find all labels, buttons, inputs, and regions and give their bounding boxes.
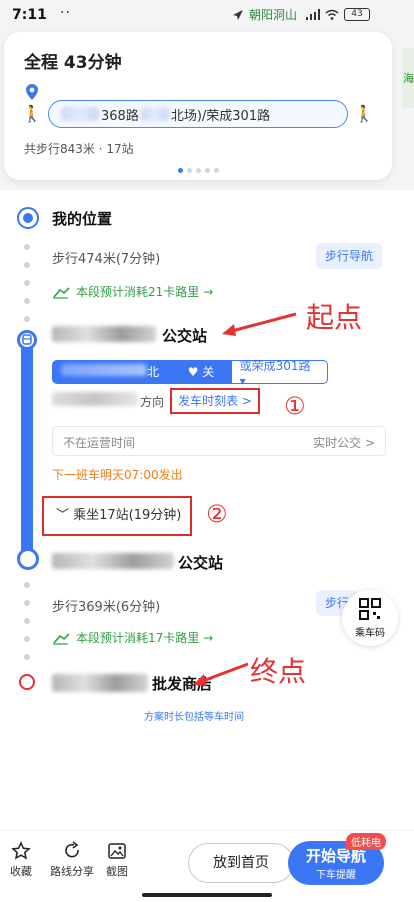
direction-label: 方向 — [140, 395, 165, 409]
end-annotation: 终点 — [250, 655, 307, 688]
signal-icon — [306, 9, 320, 20]
walk-segment-2: 步行369米(6分钟) — [52, 600, 161, 615]
screenshot-button[interactable]: 截图 — [106, 841, 128, 879]
path-dot — [24, 600, 30, 606]
status-bar: 7:11 ·· 朝阳洞山 43 — [0, 0, 414, 32]
pager-dot — [196, 168, 201, 173]
footnote: 方案时长包括等车时间 — [144, 712, 244, 723]
path-dot — [24, 262, 30, 268]
redacted-destination — [52, 674, 148, 692]
ride-stops-toggle[interactable]: ﹀ 乘坐17站(19分钟) — [42, 496, 192, 536]
calorie-link-1[interactable]: 本段预计消耗21卡路里 → — [76, 283, 213, 300]
share-label: 路线分享 — [50, 865, 94, 878]
walk-icon-start: 🚶 — [22, 104, 42, 123]
alight-reminder-label: 下车提醒 — [316, 870, 356, 881]
next-bus-text: 下一班车明天07:00发出 — [52, 468, 183, 482]
walk-icon-end: 🚶 — [354, 104, 374, 123]
alight-marker — [17, 548, 39, 570]
route-meta: 共步行843米 · 17站 — [24, 142, 134, 156]
favorite-label: 收藏 — [10, 865, 32, 878]
ride-code-label: 乘车码 — [355, 628, 385, 639]
end-arrow-icon — [193, 662, 249, 686]
status-time: 7:11 — [12, 7, 47, 23]
redacted-station-name — [52, 553, 174, 569]
pager-dot — [214, 168, 219, 173]
bus-icon — [17, 330, 37, 350]
path-dot — [24, 298, 30, 304]
redacted-text — [61, 107, 99, 121]
path-dot — [24, 244, 30, 250]
bus-line-chip[interactable]: 北场) ♥ 关注 或荣成301路 ▾ — [52, 359, 328, 401]
image-icon — [108, 843, 126, 859]
origin-marker — [17, 207, 39, 229]
realtime-bus-link[interactable]: 实时公交 > — [313, 434, 375, 451]
calorie-icon — [52, 630, 70, 649]
route-line-label: 368路 — [101, 108, 139, 124]
route-total-time: 全程 43分钟 — [24, 53, 122, 73]
star-icon — [11, 841, 31, 860]
redacted-text — [140, 107, 169, 121]
bottom-toolbar: 收藏 路线分享 截图 放到首页 开始导航 下车提醒 低耗电 — [0, 830, 414, 902]
redacted-station-name — [52, 326, 156, 342]
wifi-icon — [325, 9, 339, 20]
status-place: 朝阳洞山 — [248, 8, 297, 22]
low-power-badge: 低耗电 — [346, 833, 386, 850]
path-dot — [24, 618, 30, 624]
destination-marker — [19, 674, 35, 690]
origin-label: 我的位置 — [52, 210, 113, 228]
start-arrow-icon — [222, 312, 297, 336]
calorie-icon — [52, 284, 70, 303]
board-station-suffix: 公交站 — [162, 327, 208, 345]
path-dot — [24, 280, 30, 286]
path-dot — [24, 582, 30, 588]
walk-nav-button[interactable]: 步行导航 — [316, 243, 383, 269]
path-dot — [24, 636, 30, 642]
pager-dot — [205, 168, 210, 173]
route-line-label-2: 北场)/荣成301路 — [170, 108, 271, 124]
home-indicator — [142, 893, 272, 897]
favorite-button[interactable]: 收藏 — [10, 841, 32, 879]
location-arrow-icon — [232, 9, 243, 20]
redacted-direction — [52, 392, 138, 406]
status-right: 朝阳洞山 43 — [232, 6, 370, 23]
pager-dot-active — [178, 168, 183, 173]
walk-segment-1: 步行474米(7分钟) — [52, 252, 161, 267]
timetable-button[interactable]: 发车时刻表 > — [170, 388, 260, 414]
follow-button[interactable]: ♥ 关注 — [181, 361, 232, 401]
bus-line-main[interactable]: 北场) — [53, 361, 182, 401]
route-summary-card[interactable]: 全程 43分钟 🚶 368路 北场)/荣成301路 🚶 共步行843米 · 17… — [4, 32, 392, 180]
share-icon — [65, 841, 79, 858]
qr-code-icon — [359, 598, 381, 620]
card-pager[interactable] — [178, 168, 219, 173]
map-edge: 海 — [402, 48, 414, 108]
path-dot — [24, 316, 30, 322]
path-dot — [24, 654, 30, 660]
share-route-button[interactable]: 路线分享 — [50, 841, 94, 879]
start-annotation: 起点 — [306, 301, 363, 334]
bus-route-line — [21, 340, 33, 562]
pager-dot — [187, 168, 192, 173]
map-edge-label: 海 — [403, 72, 414, 85]
redacted-text — [61, 364, 147, 376]
service-status-box: 不在运营时间 实时公交 > — [52, 426, 386, 456]
not-running-text: 不在运营时间 — [63, 436, 136, 450]
location-pin-icon — [26, 84, 38, 100]
ride-code-button[interactable]: 乘车码 — [342, 590, 398, 646]
annotation-number-1: ① — [284, 392, 306, 420]
calorie-link-2[interactable]: 本段预计消耗17卡路里 → — [76, 629, 213, 646]
battery-indicator: 43 — [344, 8, 370, 21]
annotation-number-2: ② — [206, 500, 228, 528]
add-to-home-button[interactable]: 放到首页 — [188, 843, 294, 883]
alight-station-suffix: 公交站 — [178, 554, 224, 572]
screenshot-label: 截图 — [106, 865, 128, 878]
status-dots: ·· — [60, 5, 71, 21]
route-pill[interactable]: 368路 北场)/荣成301路 — [48, 100, 348, 128]
alt-line-selector[interactable]: 或荣成301路 ▾ — [232, 357, 327, 388]
